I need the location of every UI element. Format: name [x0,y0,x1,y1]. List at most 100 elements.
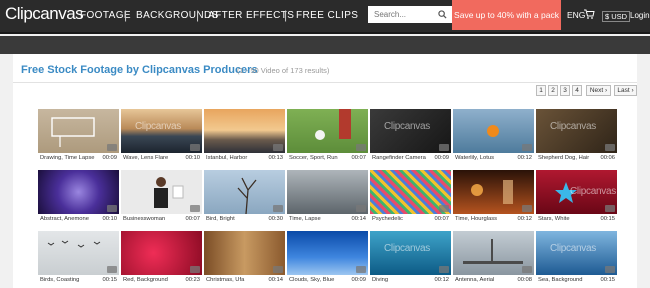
last-page-button[interactable]: Last › [614,85,637,96]
preview-icon[interactable] [107,205,117,212]
clip-caption[interactable]: Waterlily, Lotus [455,155,494,161]
clip-thumbnail[interactable]: Clipcanvas [536,231,617,275]
clip-thumbnail[interactable] [38,231,119,275]
clipcanvas-logo[interactable]: Clipcanvas [5,4,84,24]
clip-thumbnail[interactable] [121,170,202,214]
preview-icon[interactable] [439,144,449,151]
page-4-button[interactable]: 4 [572,85,582,96]
preview-icon[interactable] [356,266,366,273]
clip-card[interactable]: Clipcanvas Shepherd Dog, Hair 00:06 [536,109,617,164]
clip-caption[interactable]: Clouds, Sky, Blue [289,277,334,283]
page-3-button[interactable]: 3 [560,85,570,96]
login-link[interactable]: Login [630,11,650,20]
page-1-button[interactable]: 1 [536,85,546,96]
clip-caption[interactable]: Time, Lapse [289,216,321,222]
clip-caption[interactable]: Red, Background [123,277,168,283]
preview-icon[interactable] [522,144,532,151]
clip-card[interactable]: Soccer, Sport, Run 00:07 [287,109,368,164]
clip-thumbnail[interactable] [453,170,534,214]
clip-duration: 00:10 [102,216,117,222]
clip-caption[interactable]: Birds, Coasting [40,277,79,283]
clip-thumbnail[interactable] [204,231,285,275]
preview-icon[interactable] [356,144,366,151]
clip-thumbnail[interactable] [121,231,202,275]
promo-button[interactable]: Save up to 40% with a pack [452,0,561,30]
clip-card[interactable]: Abstract, Anemone 00:10 [38,170,119,225]
preview-icon[interactable] [522,205,532,212]
preview-icon[interactable] [273,266,283,273]
clip-caption[interactable]: Stars, White [538,216,570,222]
clip-caption[interactable]: Sea, Background [538,277,582,283]
clip-caption[interactable]: Christmas, Ufa [206,277,244,283]
next-page-button[interactable]: Next › [586,85,611,96]
cart-icon[interactable] [583,8,595,20]
preview-icon[interactable] [439,205,449,212]
clip-card[interactable]: Drawing, Time Lapse 00:09 [38,109,119,164]
preview-icon[interactable] [356,205,366,212]
clip-thumbnail[interactable] [453,109,534,153]
preview-icon[interactable] [605,266,615,273]
clip-caption[interactable]: Psychedelic [372,216,403,222]
page-2-button[interactable]: 2 [548,85,558,96]
clip-card[interactable]: Clipcanvas Stars, White 00:15 [536,170,617,225]
clip-thumbnail[interactable] [453,231,534,275]
clip-thumbnail[interactable] [287,109,368,153]
clip-caption[interactable]: Time, Hourglass [455,216,497,222]
clip-card[interactable]: Clipcanvas Rangefinder Camera 00:09 [370,109,451,164]
clip-caption[interactable]: Bird, Bright [206,216,235,222]
nav-after-effects[interactable]: AFTER EFFECTS [208,10,294,21]
search-icon[interactable] [432,6,452,23]
clip-thumbnail[interactable]: Clipcanvas [536,109,617,153]
nav-free-clips[interactable]: FREE CLIPS [296,10,358,21]
clip-thumbnail[interactable]: Clipcanvas [121,109,202,153]
preview-icon[interactable] [273,205,283,212]
clip-thumbnail[interactable]: Clipcanvas [370,231,451,275]
clip-caption[interactable]: Rangefinder Camera [372,155,426,161]
clip-card[interactable]: Waterlily, Lotus 00:12 [453,109,534,164]
clip-caption[interactable]: Shepherd Dog, Hair [538,155,589,161]
preview-icon[interactable] [522,266,532,273]
clip-thumbnail[interactable] [204,109,285,153]
clip-card[interactable]: Christmas, Ufa 00:14 [204,231,285,286]
clip-card[interactable]: Bird, Bright 00:30 [204,170,285,225]
nav-backgrounds[interactable]: BACKGROUNDS [136,10,219,21]
clip-caption[interactable]: Soccer, Sport, Run [289,155,338,161]
clip-card[interactable]: Birds, Coasting 00:15 [38,231,119,286]
clip-thumbnail[interactable]: Clipcanvas [370,109,451,153]
clip-card[interactable]: Antenna, Aerial 00:08 [453,231,534,286]
clip-caption[interactable]: Wave, Lens Flare [123,155,168,161]
clip-card[interactable]: Time, Hourglass 00:12 [453,170,534,225]
clip-card[interactable]: Clouds, Sky, Blue 00:09 [287,231,368,286]
preview-icon[interactable] [107,144,117,151]
clip-caption[interactable]: Abstract, Anemone [40,216,89,222]
clip-card[interactable]: Istanbul, Harbor 00:13 [204,109,285,164]
clip-thumbnail[interactable] [370,170,451,214]
preview-icon[interactable] [439,266,449,273]
clip-card[interactable]: Red, Background 00:23 [121,231,202,286]
preview-icon[interactable] [605,144,615,151]
clip-card[interactable]: Clipcanvas Diving 00:12 [370,231,451,286]
clip-card[interactable]: Clipcanvas Sea, Background 00:15 [536,231,617,286]
clip-card[interactable]: Businesswoman 00:07 [121,170,202,225]
currency-selector[interactable]: $ USD [602,11,631,22]
clip-caption[interactable]: Istanbul, Harbor [206,155,247,161]
preview-icon[interactable] [273,144,283,151]
clip-thumbnail[interactable] [38,170,119,214]
clip-caption[interactable]: Drawing, Time Lapse [40,155,94,161]
preview-icon[interactable] [190,205,200,212]
preview-icon[interactable] [190,266,200,273]
clip-thumbnail[interactable] [38,109,119,153]
clip-card[interactable]: Clipcanvas Wave, Lens Flare 00:10 [121,109,202,164]
clip-caption[interactable]: Diving [372,277,388,283]
preview-icon[interactable] [605,205,615,212]
clip-card[interactable]: Psychedelic 00:07 [370,170,451,225]
preview-icon[interactable] [190,144,200,151]
preview-icon[interactable] [107,266,117,273]
clip-thumbnail[interactable]: Clipcanvas [536,170,617,214]
clip-caption[interactable]: Businesswoman [123,216,165,222]
clip-caption[interactable]: Antenna, Aerial [455,277,494,283]
clip-thumbnail[interactable] [287,231,368,275]
clip-thumbnail[interactable] [287,170,368,214]
clip-card[interactable]: Time, Lapse 00:14 [287,170,368,225]
clip-thumbnail[interactable] [204,170,285,214]
